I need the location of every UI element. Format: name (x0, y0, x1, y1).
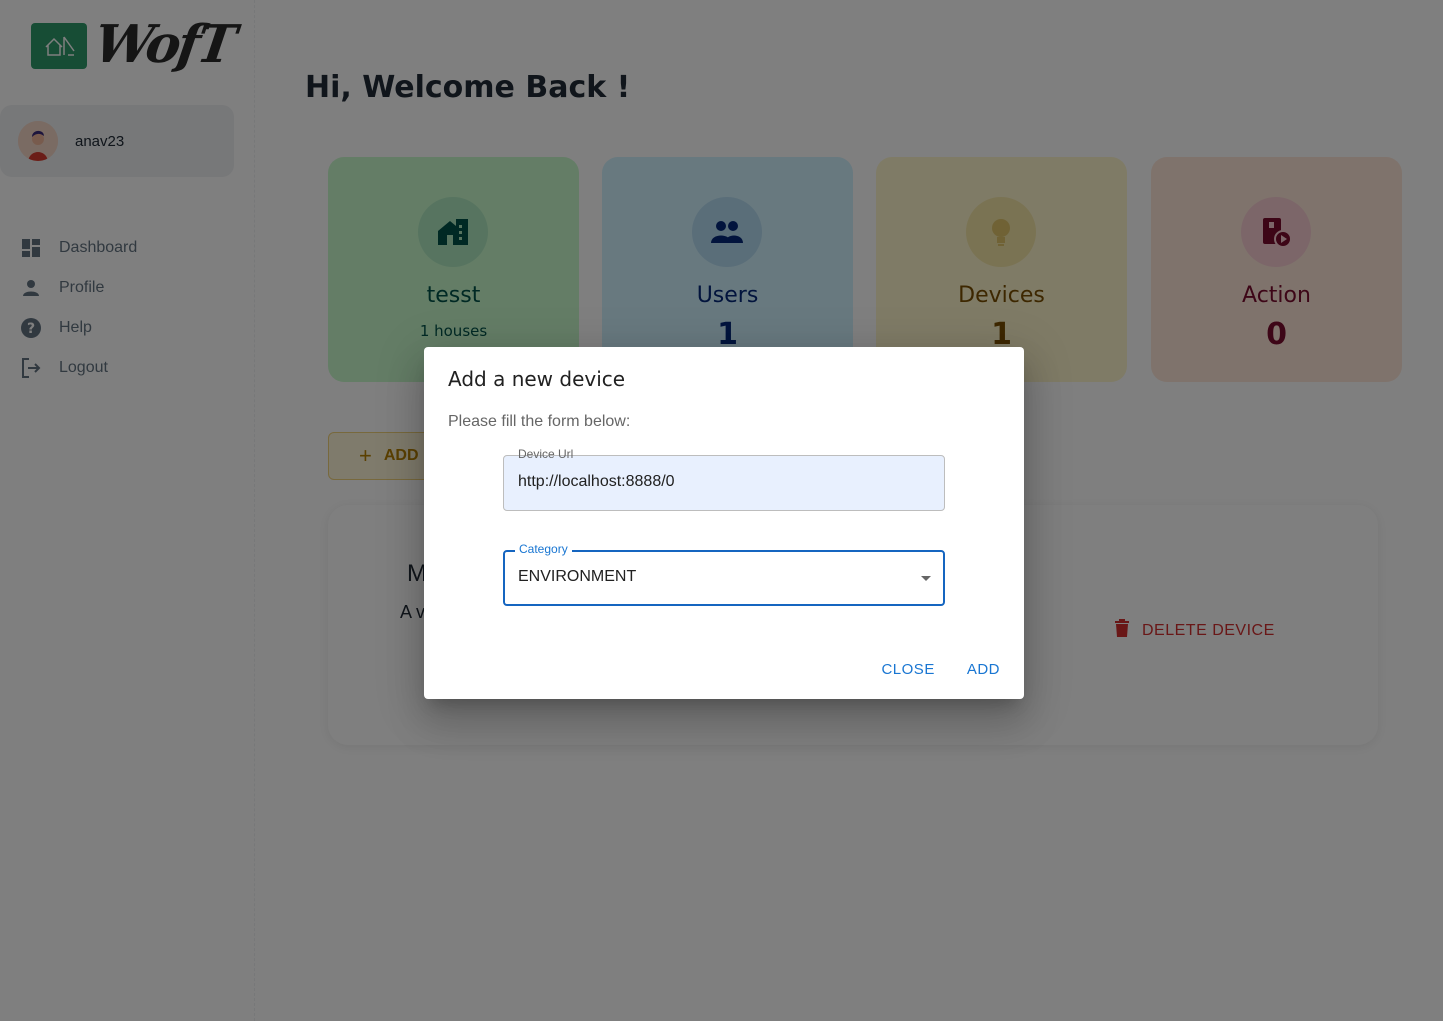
add-button[interactable]: ADD (959, 661, 1008, 678)
dialog-title: Add a new device (448, 367, 626, 391)
category-label: Category (515, 542, 572, 556)
add-device-dialog: Add a new device Please fill the form be… (424, 347, 1024, 699)
close-button[interactable]: CLOSE (873, 661, 942, 678)
device-url-label: Device Url (514, 447, 578, 461)
category-select[interactable]: Category ENVIRONMENT (503, 542, 945, 606)
category-value: ENVIRONMENT (518, 568, 637, 585)
device-url-value: http://localhost:8888/0 (518, 473, 675, 490)
dialog-actions: CLOSE ADD (857, 661, 1008, 678)
device-url-field[interactable]: Device Url http://localhost:8888/0 (503, 447, 945, 511)
chevron-down-icon (921, 576, 931, 581)
dialog-text: Please fill the form below: (448, 413, 631, 430)
